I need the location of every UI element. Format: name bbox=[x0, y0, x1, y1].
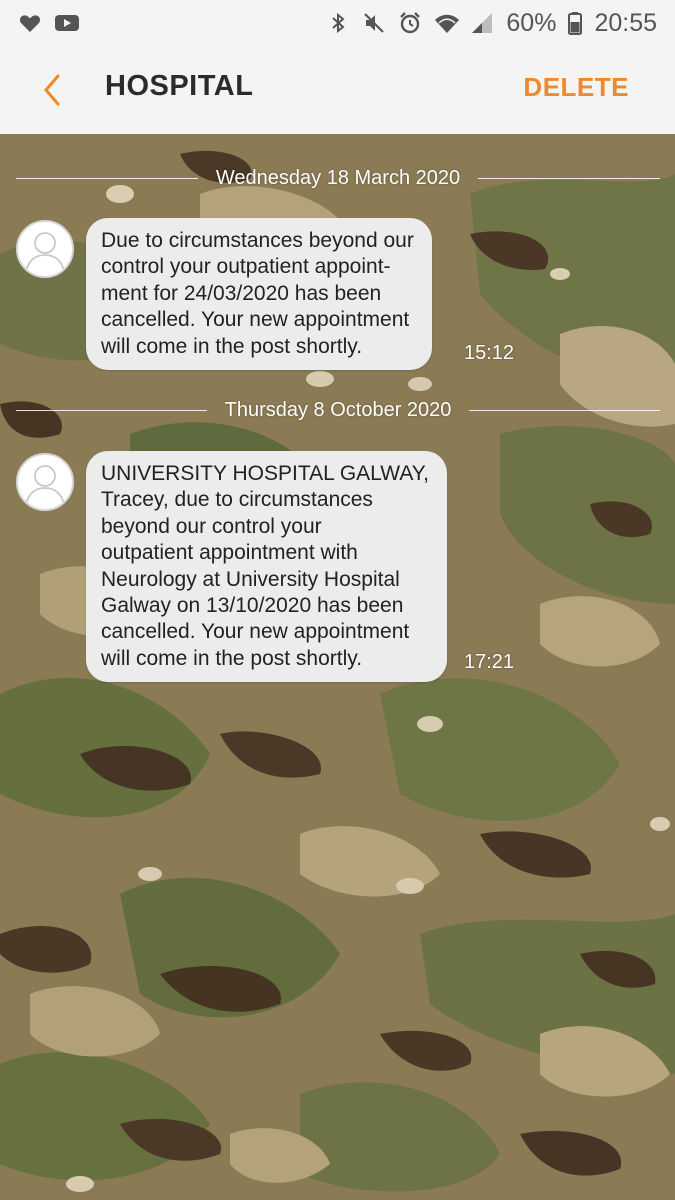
message-line: Due to circumstances beyond our bbox=[101, 229, 414, 252]
message-timestamp: 17:21 bbox=[464, 651, 515, 673]
message-line: beyond our control your bbox=[101, 514, 322, 538]
status-left-icons bbox=[18, 11, 79, 35]
date-divider: Thursday 8 October 2020 bbox=[16, 395, 661, 425]
contact-avatar[interactable] bbox=[16, 453, 74, 511]
contact-avatar[interactable] bbox=[16, 220, 74, 278]
message-bubble[interactable]: Due to circumstances beyond our control … bbox=[86, 218, 432, 371]
bluetooth-icon bbox=[326, 11, 350, 35]
divider-line bbox=[16, 409, 207, 411]
message-line: UNIVERSITY HOSPITAL GALWAY, bbox=[101, 462, 429, 485]
date-divider: Wednesday 18 March 2020 bbox=[16, 163, 661, 193]
back-button[interactable] bbox=[32, 70, 72, 110]
message-timestamp: 15:12 bbox=[464, 342, 515, 364]
divider-line bbox=[469, 409, 661, 411]
message-bubble[interactable]: UNIVERSITY HOSPITAL GALWAY, Tracey, due … bbox=[86, 451, 447, 683]
message-line: cancelled. Your new appointment bbox=[101, 620, 410, 644]
battery-icon bbox=[568, 11, 583, 35]
clock: 20:55 bbox=[594, 8, 657, 37]
message-line: will come in the post shortly. bbox=[101, 646, 363, 670]
heart-icon bbox=[18, 11, 42, 35]
battery-percent: 60% bbox=[506, 8, 557, 37]
chevron-left-icon bbox=[44, 74, 60, 106]
message-line: Tracey, due to circumstances bbox=[101, 488, 373, 512]
alarm-icon bbox=[398, 11, 422, 35]
status-bar: 60% 20:55 bbox=[0, 0, 675, 46]
person-icon bbox=[25, 465, 65, 506]
delete-button[interactable]: DELETE bbox=[523, 72, 629, 103]
message-line: cancelled. Your new appointment bbox=[101, 308, 410, 332]
message-line: Neurology at University Hospital bbox=[101, 567, 400, 591]
divider-line bbox=[16, 177, 198, 179]
page-title: HOSPITAL bbox=[105, 70, 254, 102]
signal-icon bbox=[470, 11, 494, 35]
divider-line bbox=[478, 177, 661, 179]
person-icon bbox=[25, 232, 65, 273]
youtube-icon bbox=[54, 11, 79, 35]
wifi-icon bbox=[434, 11, 460, 35]
message-line: control your outpatient appoint- bbox=[101, 255, 391, 279]
message-line: Galway on 13/10/2020 has been bbox=[101, 594, 404, 618]
message-line: outpatient appointment with bbox=[101, 541, 358, 565]
date-label: Wednesday 18 March 2020 bbox=[215, 166, 461, 189]
conversation-header: HOSPITAL DELETE bbox=[0, 46, 675, 134]
status-right-icons: 60% 20:55 bbox=[326, 9, 657, 38]
mute-icon bbox=[362, 11, 386, 35]
message-thread[interactable]: Wednesday 18 March 2020 Due to circumsta… bbox=[0, 134, 675, 1200]
message-line: will come in the post shortly. bbox=[101, 334, 363, 358]
message-line: ment for 24/03/2020 has been bbox=[101, 281, 382, 305]
date-label: Thursday 8 October 2020 bbox=[224, 398, 452, 421]
